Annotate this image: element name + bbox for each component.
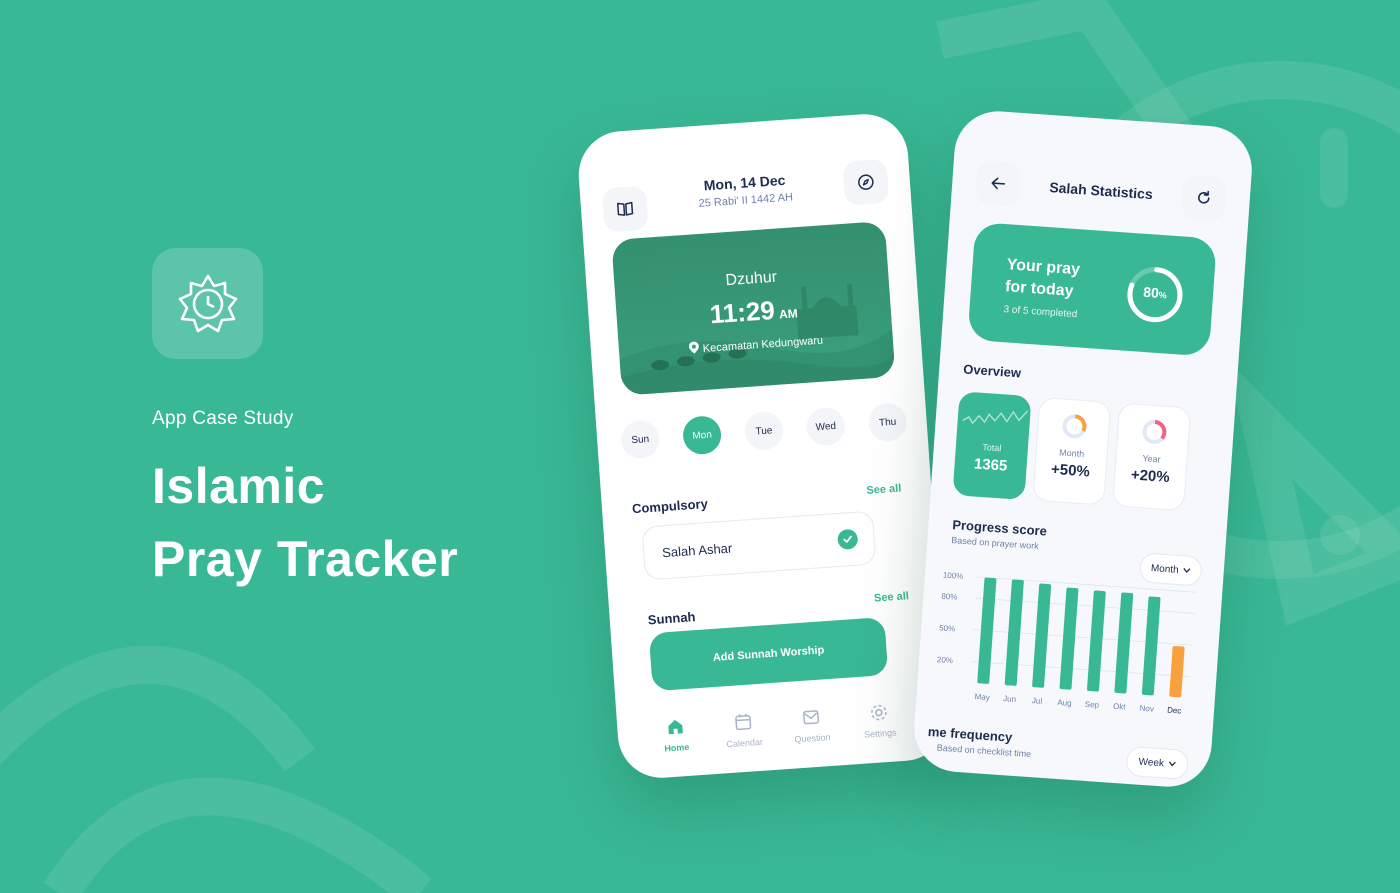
y-tick-label: 80% [941, 592, 958, 602]
prayer-time-value: 11:29 [708, 294, 776, 330]
day-tue[interactable]: Tue [743, 410, 785, 452]
compulsory-title: Compulsory [631, 496, 709, 517]
overview-label: Year [1142, 453, 1161, 465]
gridline [976, 576, 1197, 593]
bar-jun[interactable] [1004, 579, 1024, 686]
calendar-icon [735, 713, 752, 731]
x-tick-label: Dec [1167, 706, 1182, 716]
gear-icon [871, 704, 887, 721]
nav-item-label: Home [664, 741, 690, 754]
mail-icon [803, 710, 820, 725]
donut-icon [1142, 419, 1167, 444]
gridline [975, 597, 1195, 614]
app-logo [152, 248, 263, 359]
bar-okt[interactable] [1114, 592, 1134, 694]
refresh-icon [1198, 190, 1210, 204]
refresh-button[interactable] [1180, 174, 1228, 222]
donut-icon [1062, 414, 1087, 439]
today-count: 3 of 5 completed [1003, 304, 1078, 321]
x-tick-label: Jun [1003, 694, 1017, 704]
salah-item[interactable]: Salah Ashar [641, 510, 877, 581]
nav-item-settings[interactable]: Settings [850, 701, 908, 741]
hero-title-line2: Pray Tracker [152, 531, 459, 587]
progress-chart: 100% 80% 50% 20% May Jun Jul Aug Sep Okt Nov Dec [937, 571, 1197, 716]
frequency-subtitle: Based on checklist time [936, 742, 1032, 760]
today-percent-unit: % [1158, 289, 1168, 301]
home-icon [668, 719, 683, 735]
compulsory-see-all-link[interactable]: See all [866, 482, 902, 496]
x-tick-label: Nov [1139, 704, 1154, 714]
y-tick-label: 100% [943, 571, 964, 581]
overview-label: Total [982, 441, 1002, 454]
bar-jul[interactable] [1032, 583, 1052, 688]
hero-title-line1: Islamic [152, 458, 326, 514]
bar-sep[interactable] [1087, 590, 1106, 692]
y-tick-label: 50% [939, 623, 956, 633]
progress-subtitle: Based on prayer work [950, 535, 1040, 552]
bar-dec[interactable] [1169, 645, 1185, 698]
mosque-clock-icon [178, 274, 237, 332]
nav-item-home[interactable]: Home [647, 715, 705, 755]
overview-year-card[interactable]: Year +20% [1112, 402, 1192, 512]
nav-item-calendar[interactable]: Calendar [715, 710, 773, 750]
nav-item-label: Settings [863, 727, 897, 740]
today-title: Your pray for today [1004, 254, 1081, 303]
prayer-meridiem: AM [778, 306, 799, 322]
qibla-button[interactable] [842, 158, 890, 206]
x-tick-label: Jul [1032, 696, 1043, 706]
today-percent-value: 80 [1142, 283, 1160, 301]
bar-aug[interactable] [1059, 587, 1079, 690]
home-screen: Mon, 14 Dec 25 Rabi' II 1442 AH Dzuhur 1… [575, 111, 951, 781]
overview-month-card[interactable]: Month +50% [1032, 396, 1112, 506]
x-tick-label: Sep [1085, 700, 1100, 710]
day-thu[interactable]: Thu [867, 401, 908, 443]
frequency-filter-dropdown[interactable]: Week [1125, 745, 1190, 781]
x-tick-label: Okt [1113, 702, 1127, 712]
overview-value: +50% [1050, 460, 1091, 481]
overview-label: Month [1058, 447, 1085, 460]
frequency-title: me frequency [927, 723, 1013, 745]
compass-icon [858, 174, 874, 190]
gridline [973, 629, 1193, 646]
day-wed[interactable]: Wed [805, 406, 847, 447]
bar-nov[interactable] [1141, 596, 1161, 696]
chevron-down-icon [1168, 761, 1176, 767]
x-tick-label: May [974, 692, 990, 702]
today-title-line2: for today [1004, 278, 1075, 300]
today-progress-card: Your pray for today 3 of 5 completed 80% [967, 221, 1217, 357]
hero-title: Islamic Pray Tracker [152, 450, 458, 596]
location-pin-icon [688, 341, 699, 354]
day-mon[interactable]: Mon [681, 414, 723, 456]
add-sunnah-button[interactable]: Add Sunnah Worship [648, 616, 889, 692]
overview-value: 1365 [973, 455, 1008, 475]
overview-title: Overview [962, 361, 1022, 381]
bottom-nav: Home Calendar Question Settings [647, 701, 909, 755]
x-tick-label: Aug [1057, 698, 1072, 708]
salah-item-label: Salah Ashar [661, 540, 733, 561]
y-tick-label: 20% [937, 655, 954, 665]
case-study-label: App Case Study [152, 408, 294, 429]
frequency-filter-label: Week [1138, 756, 1165, 769]
bar-may[interactable] [977, 577, 997, 684]
day-sun[interactable]: Sun [619, 419, 661, 460]
nav-item-label: Calendar [726, 736, 764, 750]
nav-item-label: Question [794, 732, 831, 745]
day-selector: Sun Mon Tue Wed Thu [619, 401, 908, 460]
sunnah-title: Sunnah [647, 609, 696, 628]
sparkline-icon [962, 410, 1029, 425]
progress-ring: 80% [1123, 263, 1187, 327]
sunnah-see-all-link[interactable]: See all [874, 590, 910, 604]
statistics-screen: Salah Statistics Your pray for today 3 o… [911, 108, 1255, 790]
check-icon[interactable] [837, 528, 859, 550]
overview-total-card[interactable]: Total 1365 [952, 391, 1032, 501]
next-prayer-card[interactable]: Dzuhur 11:29 AM Kecamatan Kedungwaru [611, 220, 896, 396]
gridline [970, 661, 1191, 678]
overview-value: +20% [1130, 466, 1171, 487]
nav-item-question[interactable]: Question [782, 705, 840, 745]
